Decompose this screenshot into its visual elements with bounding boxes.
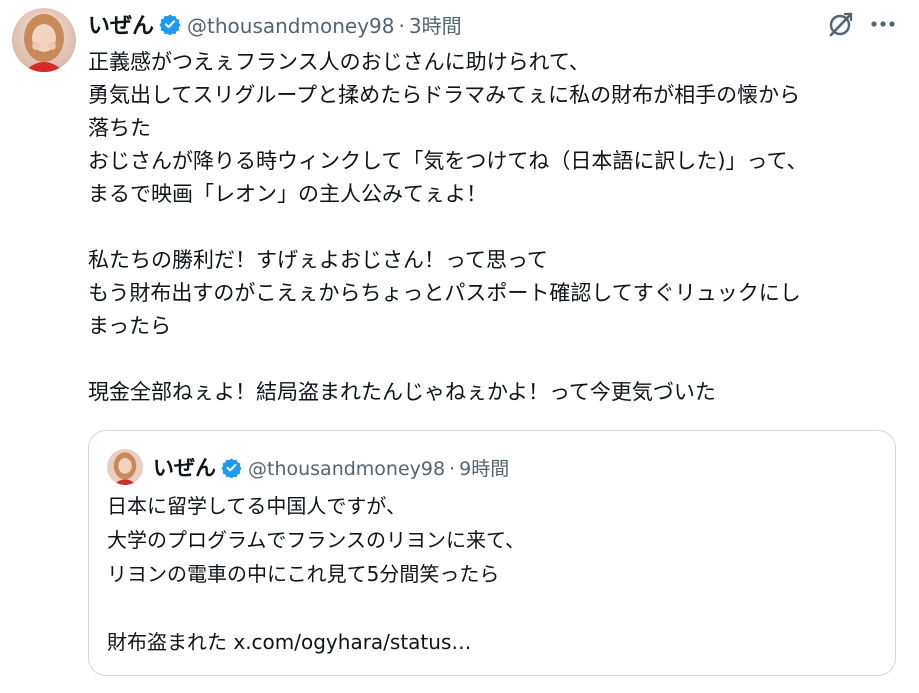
tweet-meta: @thousandmoney98 · 3時間 [187, 10, 462, 39]
quoted-display-name: いぜん [153, 456, 216, 480]
tweet-header: いぜん @thousandmoney98 · 3時間 [88, 6, 462, 42]
quoted-meta: @thousandmoney98 · 9時間 [248, 454, 509, 481]
quoted-timestamp: 9時間 [459, 457, 510, 480]
quoted-tweet-card[interactable]: いぜん @thousandmoney98 · 9時間 日本に留学してる中国人ですが、… [88, 430, 896, 676]
avatar[interactable] [12, 8, 76, 72]
tweet-text: 正義感がつえぇフランス人のおじさんに助けられて、 勇気出してスリグループと揉めた… [88, 50, 808, 404]
tweet: いぜん @thousandmoney98 · 3時間 正義感がつえぇフランス人のおじ… [0, 0, 919, 693]
verified-badge-icon [159, 13, 181, 36]
display-name[interactable]: いぜん [88, 8, 154, 40]
handle[interactable]: @thousandmoney98 [187, 14, 394, 38]
timestamp[interactable]: 3時間 [409, 14, 462, 38]
quoted-avatar[interactable] [107, 449, 143, 485]
verified-badge-icon [221, 457, 242, 479]
quoted-tweet-text: 日本に留学してる中国人ですが、 大学のプログラムでフランスのリヨンに来て、 リヨ… [107, 494, 525, 654]
meta-separator: · [449, 457, 456, 480]
meta-separator: · [398, 13, 405, 38]
more-options-icon[interactable] [868, 10, 898, 38]
quoted-header: いぜん @thousandmoney98 · 9時間 [153, 451, 509, 483]
quoted-handle: @thousandmoney98 [248, 457, 446, 480]
grok-icon[interactable] [827, 10, 855, 38]
